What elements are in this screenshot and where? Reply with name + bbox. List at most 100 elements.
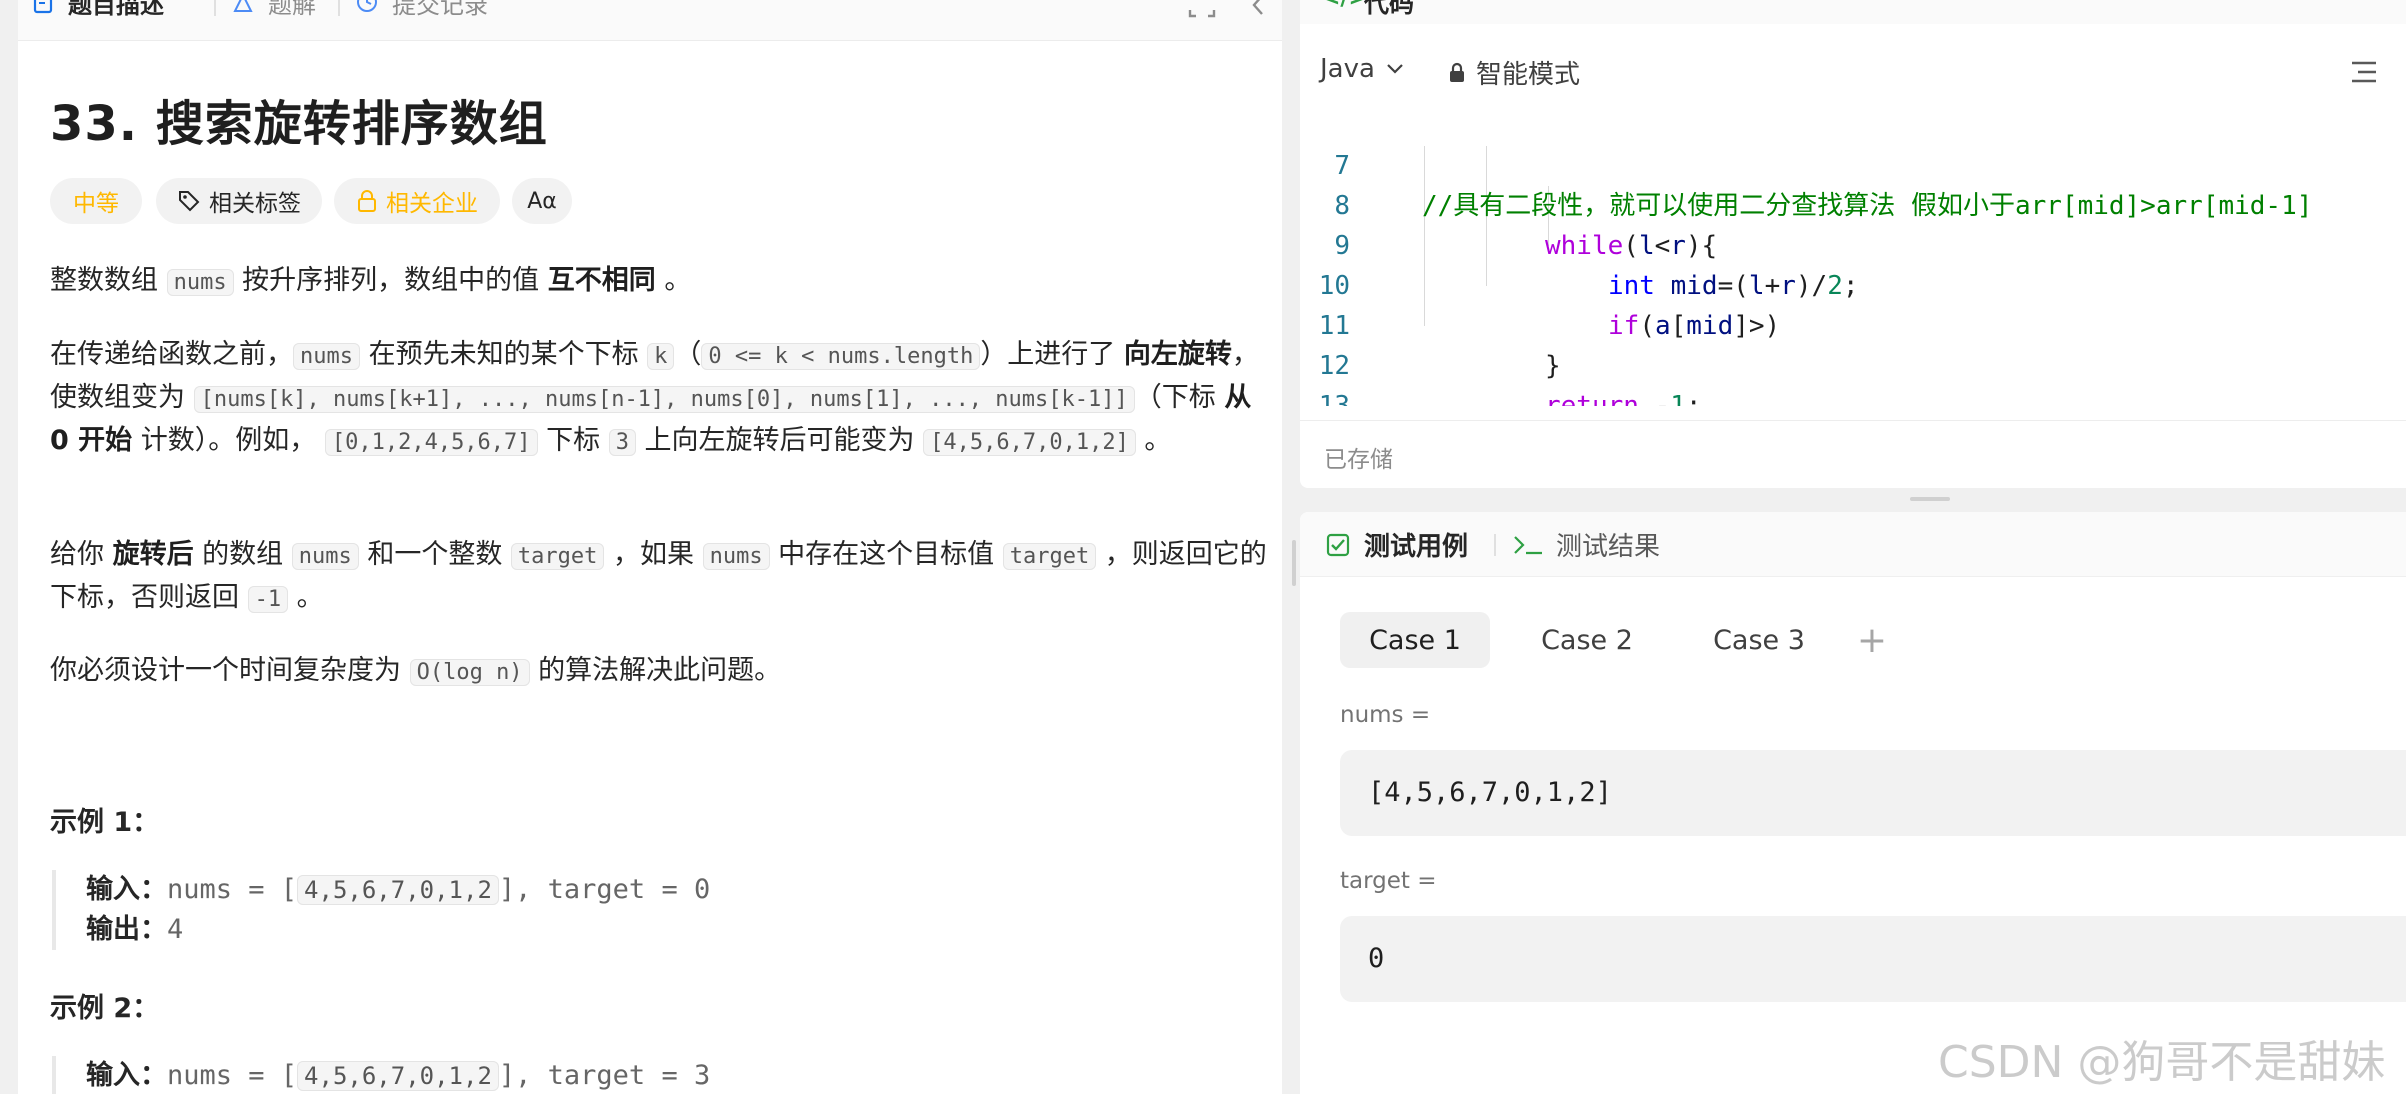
text: 。 bbox=[655, 265, 692, 296]
fullscreen-icon[interactable] bbox=[1188, 0, 1216, 22]
inline-code: [4,5,6,7,0,1,2] bbox=[923, 429, 1136, 456]
example-2-title: 示例 2： bbox=[50, 993, 160, 1024]
target-label: target = bbox=[1340, 868, 1437, 894]
inline-code: O(log n) bbox=[409, 659, 530, 686]
related-companies-button[interactable]: 相关企业 bbox=[334, 178, 500, 224]
inline-code: nums bbox=[702, 543, 770, 570]
tab-divider bbox=[214, 0, 216, 16]
menu-icon[interactable] bbox=[2350, 60, 2378, 88]
example-2-block: 输入：nums = [4,5,6,7,0,1,2], target = 3 bbox=[52, 1056, 710, 1094]
example-2-input: 输入：nums = [4,5,6,7,0,1,2], target = 3 bbox=[86, 1056, 710, 1094]
input-value: nums = [ bbox=[167, 874, 298, 905]
vertical-splitter-handle[interactable] bbox=[1292, 540, 1296, 586]
text: 下标 bbox=[537, 425, 609, 456]
text: 和一个整数 bbox=[358, 539, 511, 570]
smart-mode-toggle[interactable]: 智能模式 bbox=[1448, 54, 1580, 91]
output-label: 输出： bbox=[86, 914, 167, 945]
difficulty-badge[interactable]: 中等 bbox=[50, 178, 142, 224]
saved-status: 已存储 bbox=[1324, 447, 1393, 473]
example-1-block: 输入：nums = [4,5,6,7,0,1,2], target = 0 输出… bbox=[52, 870, 710, 950]
text: 按升序排列，数组中的值 bbox=[233, 265, 548, 296]
inline-code: [0,1,2,4,5,6,7] bbox=[324, 429, 538, 456]
case-tab-3[interactable]: Case 3 bbox=[1684, 612, 1834, 668]
tab-description[interactable]: 题目描述 bbox=[32, 0, 164, 20]
language-value: Java bbox=[1320, 54, 1375, 84]
related-tags-label: 相关标签 bbox=[209, 191, 301, 217]
description-paragraph-2: 在传递给函数之前， nums 在预先未知的某个下标 k （0 <= k < nums… bbox=[50, 334, 1270, 463]
lock-icon bbox=[1448, 62, 1466, 84]
code-panel: </> 代码 Java 智能模式 7 //具有二段性，就可以使用二分查找算法 假… bbox=[1300, 0, 2406, 488]
inline-code: target bbox=[510, 543, 605, 570]
input-value: nums = [ bbox=[167, 1060, 298, 1091]
related-companies-label: 相关企业 bbox=[386, 191, 478, 217]
translate-button[interactable]: Aα bbox=[512, 178, 572, 224]
inline-code: 3 bbox=[608, 429, 636, 456]
inline-code: -1 bbox=[247, 586, 289, 613]
horizontal-splitter-handle[interactable] bbox=[1910, 497, 1950, 501]
case-tab-2[interactable]: Case 2 bbox=[1512, 612, 1662, 668]
tab-divider bbox=[338, 0, 340, 16]
flask-icon bbox=[232, 0, 254, 14]
inline-code: nums bbox=[291, 543, 359, 570]
code-line: 13 } bbox=[1300, 346, 2406, 406]
input-value: ], target = 3 bbox=[498, 1060, 711, 1091]
description-paragraph-1: 整数数组 nums 按升序排列，数组中的值 互不相同 。 bbox=[50, 260, 1270, 303]
text: 的算法解决此问题。 bbox=[529, 655, 782, 686]
text: ）上进行了 bbox=[980, 339, 1124, 370]
terminal-icon bbox=[1512, 533, 1544, 557]
add-case-button[interactable]: + bbox=[1842, 612, 1902, 668]
text: 上向左旋转后可能变为 bbox=[635, 425, 924, 456]
inline-code: [nums[k], nums[k+1], ..., nums[n-1], num… bbox=[193, 386, 1135, 413]
tab-submissions-label: 提交记录 bbox=[392, 0, 488, 19]
divider bbox=[1300, 420, 2406, 421]
text: 中存在这个目标值 bbox=[769, 539, 1003, 570]
text: 。 bbox=[1135, 425, 1172, 456]
vertical-splitter[interactable] bbox=[1282, 0, 1300, 1094]
input-label: 输入： bbox=[86, 874, 167, 905]
bold-text: 旋转后 bbox=[112, 539, 194, 570]
tab-solutions-label: 题解 bbox=[268, 0, 316, 19]
text: 。 bbox=[288, 582, 324, 613]
test-tabs-bar: 测试用例 测试结果 bbox=[1300, 512, 2406, 577]
text: 给你 bbox=[50, 539, 113, 570]
case-tab-1[interactable]: Case 1 bbox=[1340, 612, 1490, 668]
tab-submissions[interactable]: 提交记录 bbox=[356, 0, 488, 20]
collapse-icon[interactable] bbox=[1250, 0, 1266, 22]
problem-title: 33. 搜索旋转排序数组 bbox=[50, 96, 548, 152]
code-header: </> 代码 bbox=[1300, 0, 2406, 24]
description-paragraph-4: 你必须设计一个时间复杂度为 O(log n) 的算法解决此问题。 bbox=[50, 650, 1270, 693]
code-icon: </> bbox=[1322, 0, 1367, 11]
inline-code: nums bbox=[166, 269, 234, 296]
code-line: 9 int mid=(l+r)/2; bbox=[1300, 186, 2406, 301]
tab-description-label: 题目描述 bbox=[68, 0, 164, 19]
input-array: 4,5,6,7,0,1,2 bbox=[297, 875, 499, 905]
checkbox-icon bbox=[1326, 533, 1350, 557]
code-line: 12 return -1; bbox=[1300, 306, 2406, 406]
text: 在预先未知的某个下标 bbox=[359, 339, 648, 370]
target-input[interactable]: 0 bbox=[1340, 916, 2406, 1002]
tab-solutions[interactable]: 题解 bbox=[232, 0, 316, 20]
code-toolbar: Java 智能模式 bbox=[1300, 50, 2406, 100]
tab-results[interactable]: 测试结果 bbox=[1512, 526, 1660, 563]
related-tags-button[interactable]: 相关标签 bbox=[156, 178, 322, 224]
code-line: 7 //具有二段性，就可以使用二分查找算法 假如小于arr[mid]>arr[m… bbox=[1300, 106, 2406, 221]
text: 的数组 bbox=[193, 539, 292, 570]
tab-results-label: 测试结果 bbox=[1556, 532, 1661, 562]
problem-panel: 题目描述 题解 提交记录 33. 搜索旋转排序数组 中等 相关标签 相关企业 A… bbox=[18, 0, 1282, 1094]
smart-mode-label: 智能模式 bbox=[1476, 60, 1581, 90]
code-tab-label: 代码 bbox=[1364, 0, 1415, 18]
test-panel: 测试用例 测试结果 Case 1 Case 2 Case 3 + nums = … bbox=[1300, 512, 2406, 1094]
text: ，如果 bbox=[604, 539, 703, 570]
code-line: 11 } bbox=[1300, 266, 2406, 381]
text: （ bbox=[674, 339, 702, 370]
text: 在传递给函数之前， bbox=[50, 339, 293, 370]
language-select[interactable]: Java bbox=[1320, 54, 1405, 84]
translate-icon: Aα bbox=[527, 188, 557, 214]
tab-divider bbox=[1494, 534, 1496, 556]
nums-input[interactable]: [4,5,6,7,0,1,2] bbox=[1340, 750, 2406, 836]
code-editor[interactable]: 7 //具有二段性，就可以使用二分查找算法 假如小于arr[mid]>arr[m… bbox=[1300, 106, 2406, 406]
example-1-output: 输出：4 bbox=[86, 910, 710, 950]
example-1-title: 示例 1： bbox=[50, 807, 160, 838]
tab-testcases[interactable]: 测试用例 bbox=[1326, 526, 1468, 563]
bold-text: 向左旋转 bbox=[1123, 339, 1232, 370]
